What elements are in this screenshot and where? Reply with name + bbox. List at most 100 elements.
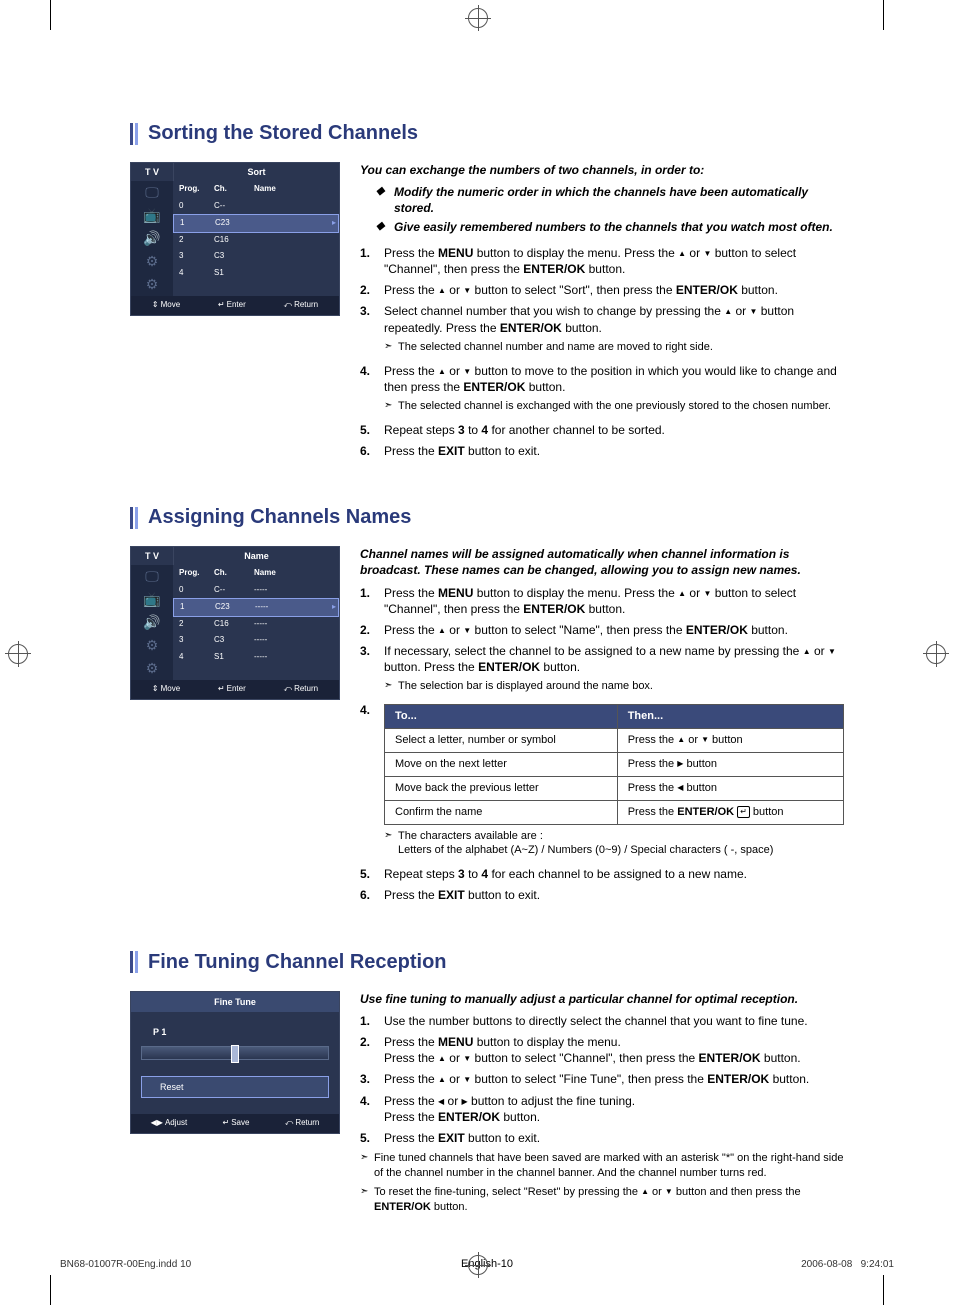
step-text: Press the MENU button to display the men… [384, 585, 844, 617]
section-intro: Use fine tuning to manually adjust a par… [360, 991, 844, 1007]
osd-footer: ◀▶ Adjust↵ Save⤺ Return [131, 1114, 339, 1133]
steps-list: 1.Use the number buttons to directly sel… [360, 1013, 844, 1146]
step-text: Select channel number that you wish to c… [384, 303, 844, 335]
table-cell: Confirm the name [385, 800, 618, 824]
osd-corner-label: T V [131, 163, 174, 181]
osd-menu-icon: 🖵 [131, 565, 173, 588]
osd-menu-icon: 📺 [131, 204, 173, 227]
step-number: 2. [360, 622, 384, 638]
step-number: 4. [360, 702, 384, 861]
osd-footer: ⇕ Move↵ Enter⤺ Return [131, 680, 339, 699]
step-item: 1.Press the MENU button to display the m… [360, 245, 844, 277]
step-item: 4.Press the ◀ or ▶ button to adjust the … [360, 1093, 844, 1125]
step-item: 2.Press the ▲ or ▼ button to select "Nam… [360, 622, 844, 638]
table-row: Move on the next letterPress the ▶ butto… [385, 752, 844, 776]
step-item: 4.To...Then...Select a letter, number or… [360, 702, 844, 861]
step-note: The characters available are :Letters of… [398, 829, 844, 859]
section-accent-bar [130, 123, 138, 145]
step-text: Repeat steps 3 to 4 for another channel … [384, 422, 844, 438]
table-header: To... [385, 705, 618, 729]
osd-menu-icon: 🔊 [131, 611, 173, 634]
step-item: 1.Use the number buttons to directly sel… [360, 1013, 844, 1029]
print-footer: BN68-01007R-00Eng.indd 10 2006-08-08 9:2… [0, 1258, 954, 1272]
step-number: 3. [360, 643, 384, 697]
registration-mark-icon [926, 644, 946, 664]
osd-row: 4S1 [173, 265, 339, 282]
step-text: Press the ◀ or ▶ button to adjust the fi… [384, 1093, 844, 1125]
section-note: To reset the fine-tuning, select "Reset"… [374, 1185, 844, 1215]
step-text: Press the MENU button to display the men… [384, 245, 844, 277]
osd-finetune: Fine TuneP 10Reset◀▶ Adjust↵ Save⤺ Retur… [130, 991, 340, 1134]
intro-bullets: Modify the numeric order in which the ch… [376, 184, 844, 235]
step-item: 3.Select channel number that you wish to… [360, 303, 844, 357]
step-text: Press the EXIT button to exit. [384, 1130, 844, 1146]
table-cell: Press the ▲ or ▼ button [617, 729, 843, 753]
reset-button: Reset [141, 1076, 329, 1098]
section-intro: Channel names will be assigned automatic… [360, 546, 844, 578]
doc-section: Sorting the Stored ChannelsT VSort🖵📺🔊⚙⚙P… [130, 120, 844, 464]
footer-file: BN68-01007R-00Eng.indd 10 [60, 1258, 191, 1272]
step-note: The selected channel is exchanged with t… [398, 399, 844, 414]
step-number: 6. [360, 443, 384, 459]
osd-title: Fine Tune [131, 992, 339, 1012]
bullet-item: Give easily remembered numbers to the ch… [376, 219, 844, 235]
osd-menu-icon: 🔊 [131, 227, 173, 250]
step-text: Press the ▲ or ▼ button to move to the p… [384, 363, 844, 395]
osd-menu-icon: ⚙ [131, 273, 173, 296]
osd-menu-icon: ⚙ [131, 250, 173, 273]
osd-row: 0C-- [173, 198, 339, 215]
step-item: 2.Press the MENU button to display the m… [360, 1034, 844, 1066]
crop-mark [50, 0, 51, 30]
step-text: Press the EXIT button to exit. [384, 887, 844, 903]
crop-mark [883, 1275, 884, 1305]
osd-menu-icon: ⚙ [131, 634, 173, 657]
osd-menu-icon: 🖵 [131, 181, 173, 204]
manual-page: Sorting the Stored ChannelsT VSort🖵📺🔊⚙⚙P… [0, 0, 954, 1305]
table-cell: Select a letter, number or symbol [385, 729, 618, 753]
step-item: 5.Repeat steps 3 to 4 for each channel t… [360, 866, 844, 882]
table-cell: Press the ENTER/OK ↵ button [617, 800, 843, 824]
step-text: If necessary, select the channel to be a… [384, 643, 844, 675]
osd-table-header: Prog.Ch.Name [173, 181, 339, 198]
osd-corner-label: T V [131, 547, 174, 565]
osd-channel-label: P 1 [153, 1026, 329, 1038]
osd-row: 2C16 [173, 232, 339, 249]
section-title: Fine Tuning Channel Reception [148, 949, 447, 976]
fine-tune-slider [141, 1046, 329, 1060]
step-item: 5.Repeat steps 3 to 4 for another channe… [360, 422, 844, 438]
step-number: 1. [360, 585, 384, 617]
step-item: 3.If necessary, select the channel to be… [360, 643, 844, 697]
registration-mark-icon [468, 8, 488, 28]
step-number: 5. [360, 866, 384, 882]
osd-screenshot: T VSort🖵📺🔊⚙⚙Prog.Ch.Name0C--1C232C163C34… [130, 162, 340, 316]
section-title: Assigning Channels Names [148, 504, 411, 531]
to-then-table: To...Then...Select a letter, number or s… [384, 704, 844, 824]
doc-section: Assigning Channels Names T VName🖵📺🔊⚙⚙Prog… [130, 504, 844, 908]
section-note: Fine tuned channels that have been saved… [374, 1151, 844, 1181]
step-number: 6. [360, 887, 384, 903]
step-number: 5. [360, 1130, 384, 1146]
step-number: 3. [360, 303, 384, 357]
table-row: Confirm the namePress the ENTER/OK ↵ but… [385, 800, 844, 824]
step-text: Press the ▲ or ▼ button to select "Name"… [384, 622, 844, 638]
section-accent-bar [130, 507, 138, 529]
osd-row: 3C3----- [173, 632, 339, 649]
osd-row: 4S1----- [173, 649, 339, 666]
step-number: 3. [360, 1071, 384, 1087]
osd-row: 3C3 [173, 248, 339, 265]
footer-date: 2006-08-08 9:24:01 [801, 1258, 894, 1272]
step-item: 2.Press the ▲ or ▼ button to select "Sor… [360, 282, 844, 298]
step-text: Repeat steps 3 to 4 for each channel to … [384, 866, 844, 882]
crop-mark [50, 1275, 51, 1305]
registration-mark-icon [8, 644, 28, 664]
step-item: 4.Press the ▲ or ▼ button to move to the… [360, 363, 844, 417]
table-row: Move back the previous letterPress the ◀… [385, 776, 844, 800]
step-number: 1. [360, 245, 384, 277]
step-number: 4. [360, 1093, 384, 1125]
osd-screenshot: T VName🖵📺🔊⚙⚙Prog.Ch.Name0C-------1C23---… [130, 546, 340, 700]
osd-row: 0C------- [173, 582, 339, 599]
step-item: 3.Press the ▲ or ▼ button to select "Fin… [360, 1071, 844, 1087]
step-number: 2. [360, 282, 384, 298]
table-cell: Press the ▶ button [617, 752, 843, 776]
steps-list: 1.Press the MENU button to display the m… [360, 585, 844, 904]
